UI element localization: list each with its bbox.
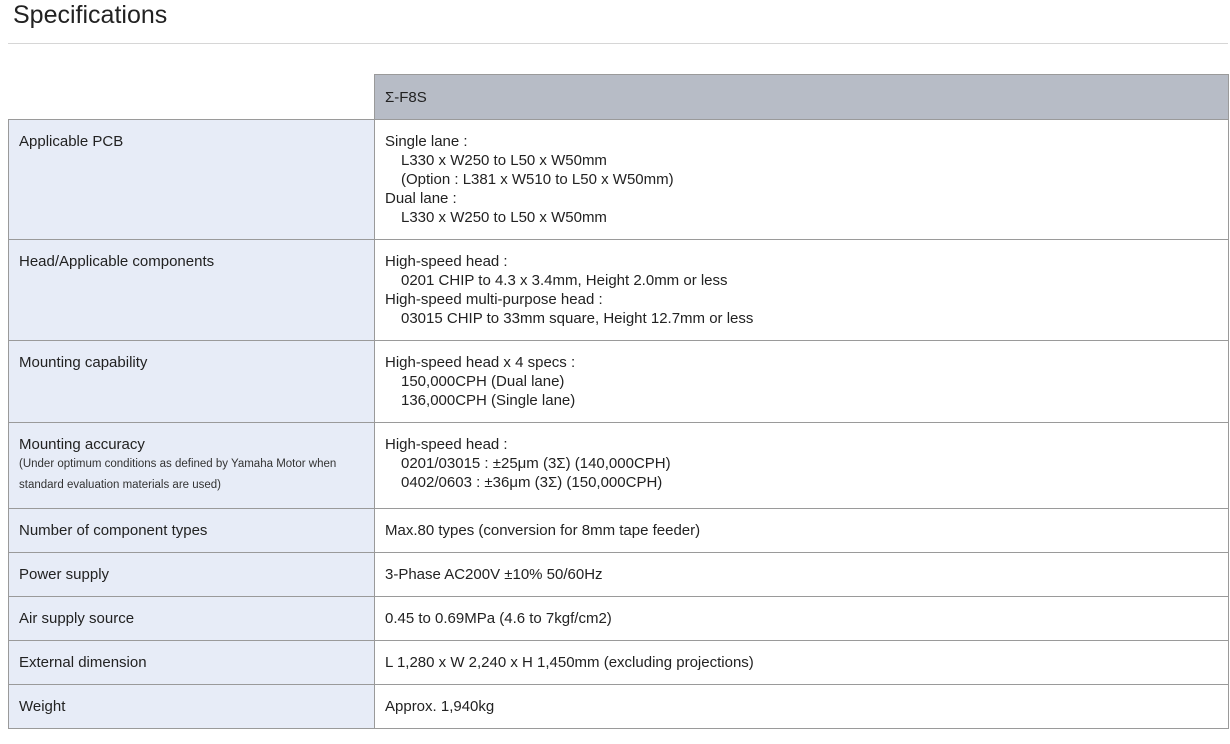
spec-value-line: High-speed head x 4 specs : — [385, 354, 576, 371]
spec-label-cell: Number of component types — [8, 508, 375, 553]
model-header: Σ-F8S — [374, 74, 1229, 120]
spec-label: Head/Applicable components — [19, 253, 215, 270]
spec-value-line: L330 x W250 to L50 x W50mm — [401, 209, 607, 226]
spec-label-cell: Air supply source — [8, 596, 375, 641]
spec-value-line: 0.45 to 0.69MPa (4.6 to 7kgf/cm2) — [385, 610, 612, 627]
spec-value-line: Max.80 types (conversion for 8mm tape fe… — [385, 522, 701, 539]
table-row: Weight Approx. 1,940kg — [8, 684, 1229, 729]
spec-value-line: 0201 CHIP to 4.3 x 3.4mm, Height 2.0mm o… — [401, 272, 728, 289]
spec-value-cell: L 1,280 x W 2,240 x H 1,450mm (excluding… — [374, 640, 1229, 685]
spec-label: Applicable PCB — [19, 133, 124, 150]
spec-label-cell: Weight — [8, 684, 375, 729]
spec-label: Mounting accuracy — [19, 436, 145, 453]
spec-value-line: High-speed head : — [385, 436, 508, 453]
table-row: Mounting accuracy (Under optimum conditio… — [8, 422, 1229, 509]
spec-value-line: Single lane : — [385, 133, 468, 150]
spec-value-cell: High-speed head x 4 specs : 150,000CPH (D… — [374, 340, 1229, 423]
spec-label-cell: External dimension — [8, 640, 375, 685]
spec-value-line: Dual lane : — [385, 190, 457, 207]
table-row: Mounting capability High-speed head x 4 s… — [8, 340, 1229, 423]
spec-label: Mounting capability — [19, 354, 148, 371]
spec-value-line: L330 x W250 to L50 x W50mm — [401, 152, 607, 169]
specifications-table: Σ-F8S Applicable PCB Single lane : L330 x … — [8, 74, 1229, 729]
spec-value-line: High-speed multi-purpose head : — [385, 291, 603, 308]
page-title: Specifications — [13, 1, 168, 29]
spec-value-cell: Single lane : L330 x W250 to L50 x W50mm (… — [374, 119, 1229, 240]
specifications-body: Applicable PCB Single lane : L330 x W250 t… — [8, 119, 1229, 729]
spec-label-cell: Head/Applicable components — [8, 239, 375, 341]
spec-label: Weight — [19, 698, 66, 715]
spec-value-cell: Max.80 types (conversion for 8mm tape fe… — [374, 508, 1229, 553]
title-divider — [8, 43, 1228, 44]
spec-label: Number of component types — [19, 522, 208, 539]
spec-value-line: 136,000CPH (Single lane) — [401, 392, 576, 409]
spec-value-line: 150,000CPH (Dual lane) — [401, 373, 565, 390]
spec-value-cell: 3-Phase AC200V ±10% 50/60Hz — [374, 552, 1229, 597]
spec-label-cell: Power supply — [8, 552, 375, 597]
header-empty-cell — [8, 74, 375, 120]
table-row: Power supply 3-Phase AC200V ±10% 50/60Hz — [8, 552, 1229, 597]
table-row: Head/Applicable components High-speed hea… — [8, 239, 1229, 341]
spec-value-cell: Approx. 1,940kg — [374, 684, 1229, 729]
table-row: Air supply source 0.45 to 0.69MPa (4.6 to… — [8, 596, 1229, 641]
spec-value-line: High-speed head : — [385, 253, 508, 270]
spec-label-cell: Mounting capability — [8, 340, 375, 423]
spec-label-cell: Mounting accuracy (Under optimum conditio… — [8, 422, 375, 509]
spec-value-line: (Option : L381 x W510 to L50 x W50mm) — [401, 171, 674, 188]
spec-label: External dimension — [19, 654, 147, 671]
table-row: Number of component types Max.80 types (c… — [8, 508, 1229, 553]
table-row: External dimension L 1,280 x W 2,240 x H … — [8, 640, 1229, 685]
spec-label-note: (Under optimum conditions as defined by … — [19, 458, 337, 491]
table-row: Applicable PCB Single lane : L330 x W250 t… — [8, 119, 1229, 240]
spec-value-cell: 0.45 to 0.69MPa (4.6 to 7kgf/cm2) — [374, 596, 1229, 641]
spec-value-line: L 1,280 x W 2,240 x H 1,450mm (excluding… — [385, 654, 754, 671]
spec-label: Air supply source — [19, 610, 135, 627]
spec-value-line: 0402/0603 : ±36μm (3Σ) (150,000CPH) — [401, 474, 663, 491]
spec-value-cell: High-speed head : 0201 CHIP to 4.3 x 3.4m… — [374, 239, 1229, 341]
spec-value-line: 03015 CHIP to 33mm square, Height 12.7mm… — [401, 310, 754, 327]
spec-value-line: Approx. 1,940kg — [385, 698, 495, 715]
spec-value-line: 3-Phase AC200V ±10% 50/60Hz — [385, 566, 603, 583]
spec-label-cell: Applicable PCB — [8, 119, 375, 240]
table-header-row: Σ-F8S — [8, 74, 1229, 120]
spec-value-cell: High-speed head : 0201/03015 : ±25μm (3Σ)… — [374, 422, 1229, 509]
spec-value-line: 0201/03015 : ±25μm (3Σ) (140,000CPH) — [401, 455, 671, 472]
spec-label: Power supply — [19, 566, 110, 583]
